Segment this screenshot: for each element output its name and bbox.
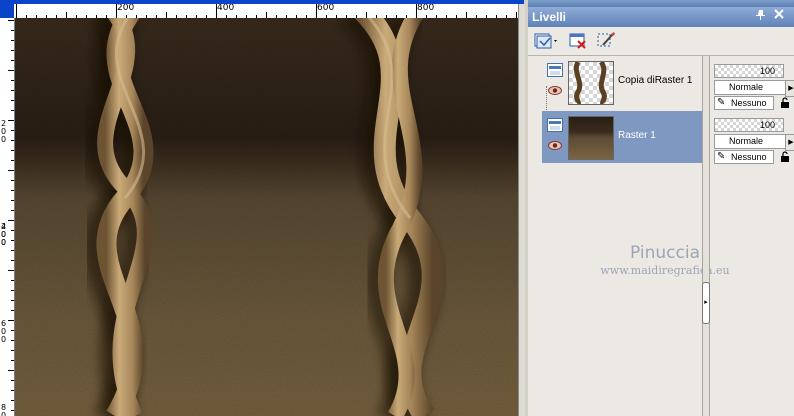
watermark: Pinuccia www.maidiregrafica.eu <box>580 242 750 278</box>
collapse-arrow-icon[interactable]: ▸ <box>702 282 710 324</box>
close-icon[interactable] <box>772 9 786 23</box>
panel-title: Livelli <box>532 10 567 24</box>
layer-thumbnail <box>568 116 614 160</box>
lock-icon[interactable] <box>780 97 790 108</box>
vertical-ruler: 2 0 0 2 0 0 4 0 0 6 0 0 8 0 <box>0 18 15 416</box>
layer-properties: 100 Normale ▶ ✎ Nessuno <box>714 60 794 110</box>
lock-icon[interactable] <box>780 151 790 162</box>
pin-icon[interactable] <box>754 9 768 23</box>
layer-properties: 100 Normale ▶ ✎ Nessuno <box>714 114 794 164</box>
layer-thumbnail <box>568 61 614 105</box>
canvas-image[interactable] <box>15 18 518 416</box>
layer-name: Raster 1 <box>618 130 656 141</box>
delete-layer-icon <box>569 33 586 49</box>
delete-layer-button[interactable] <box>566 30 590 52</box>
panel-top-strip <box>528 0 794 7</box>
ruler-left-ticks <box>8 20 14 411</box>
blend-mode-value: Normale <box>729 82 764 92</box>
blend-mode-select[interactable]: Normale <box>714 80 786 95</box>
group-link-value: Nessuno <box>731 152 767 162</box>
layer-row[interactable]: Copia diRaster 1 <box>542 56 710 108</box>
watermark-url: www.maidiregrafica.eu <box>600 264 730 277</box>
ruler-top-ticks <box>16 4 517 18</box>
blend-mode-dropdown-icon[interactable]: ▶ <box>785 134 794 151</box>
opacity-slider[interactable]: 100 <box>714 64 784 78</box>
panel-splitter[interactable]: ▸ <box>702 56 710 416</box>
blend-mode-value: Normale <box>729 136 764 146</box>
brush-icon <box>597 32 615 47</box>
layers-panel: Livelli Copia diRaster 1 Raster 1 Pinucc… <box>528 0 794 416</box>
opacity-value: 100 <box>759 66 775 76</box>
layer-type-icon <box>547 118 563 132</box>
canvas-window: 0 200 400 600 800 2 0 0 2 0 0 4 0 0 6 0 … <box>0 0 525 416</box>
opacity-slider[interactable]: 100 <box>714 118 784 132</box>
edit-layer-button[interactable] <box>594 30 618 52</box>
horizontal-ruler: 0 200 400 600 800 <box>14 4 520 19</box>
visibility-eye-icon[interactable] <box>548 86 562 95</box>
layer-row-selected[interactable]: Raster 1 <box>542 111 710 163</box>
panel-titlebar[interactable]: Livelli <box>528 7 794 27</box>
blend-mode-select[interactable]: Normale <box>714 134 786 149</box>
group-link-field[interactable]: ✎ Nessuno <box>714 96 774 110</box>
opacity-value: 100 <box>759 120 775 130</box>
new-layer-button[interactable] <box>532 30 560 52</box>
layers-toolbar <box>528 27 794 56</box>
group-link-value: Nessuno <box>731 98 767 108</box>
group-link-field[interactable]: ✎ Nessuno <box>714 150 774 164</box>
new-layer-icon <box>534 33 557 49</box>
layer-name: Copia diRaster 1 <box>618 75 693 86</box>
blend-mode-dropdown-icon[interactable]: ▶ <box>785 80 794 97</box>
layer-type-icon <box>547 63 563 77</box>
canvas-scrollbar[interactable] <box>518 4 525 416</box>
watermark-name: Pinuccia <box>630 243 700 263</box>
link-brush-icon: ✎ <box>717 151 726 162</box>
layer-list: Copia diRaster 1 Raster 1 Pinuccia www.m… <box>538 56 730 416</box>
link-brush-icon: ✎ <box>717 97 726 108</box>
visibility-eye-icon[interactable] <box>548 141 562 150</box>
